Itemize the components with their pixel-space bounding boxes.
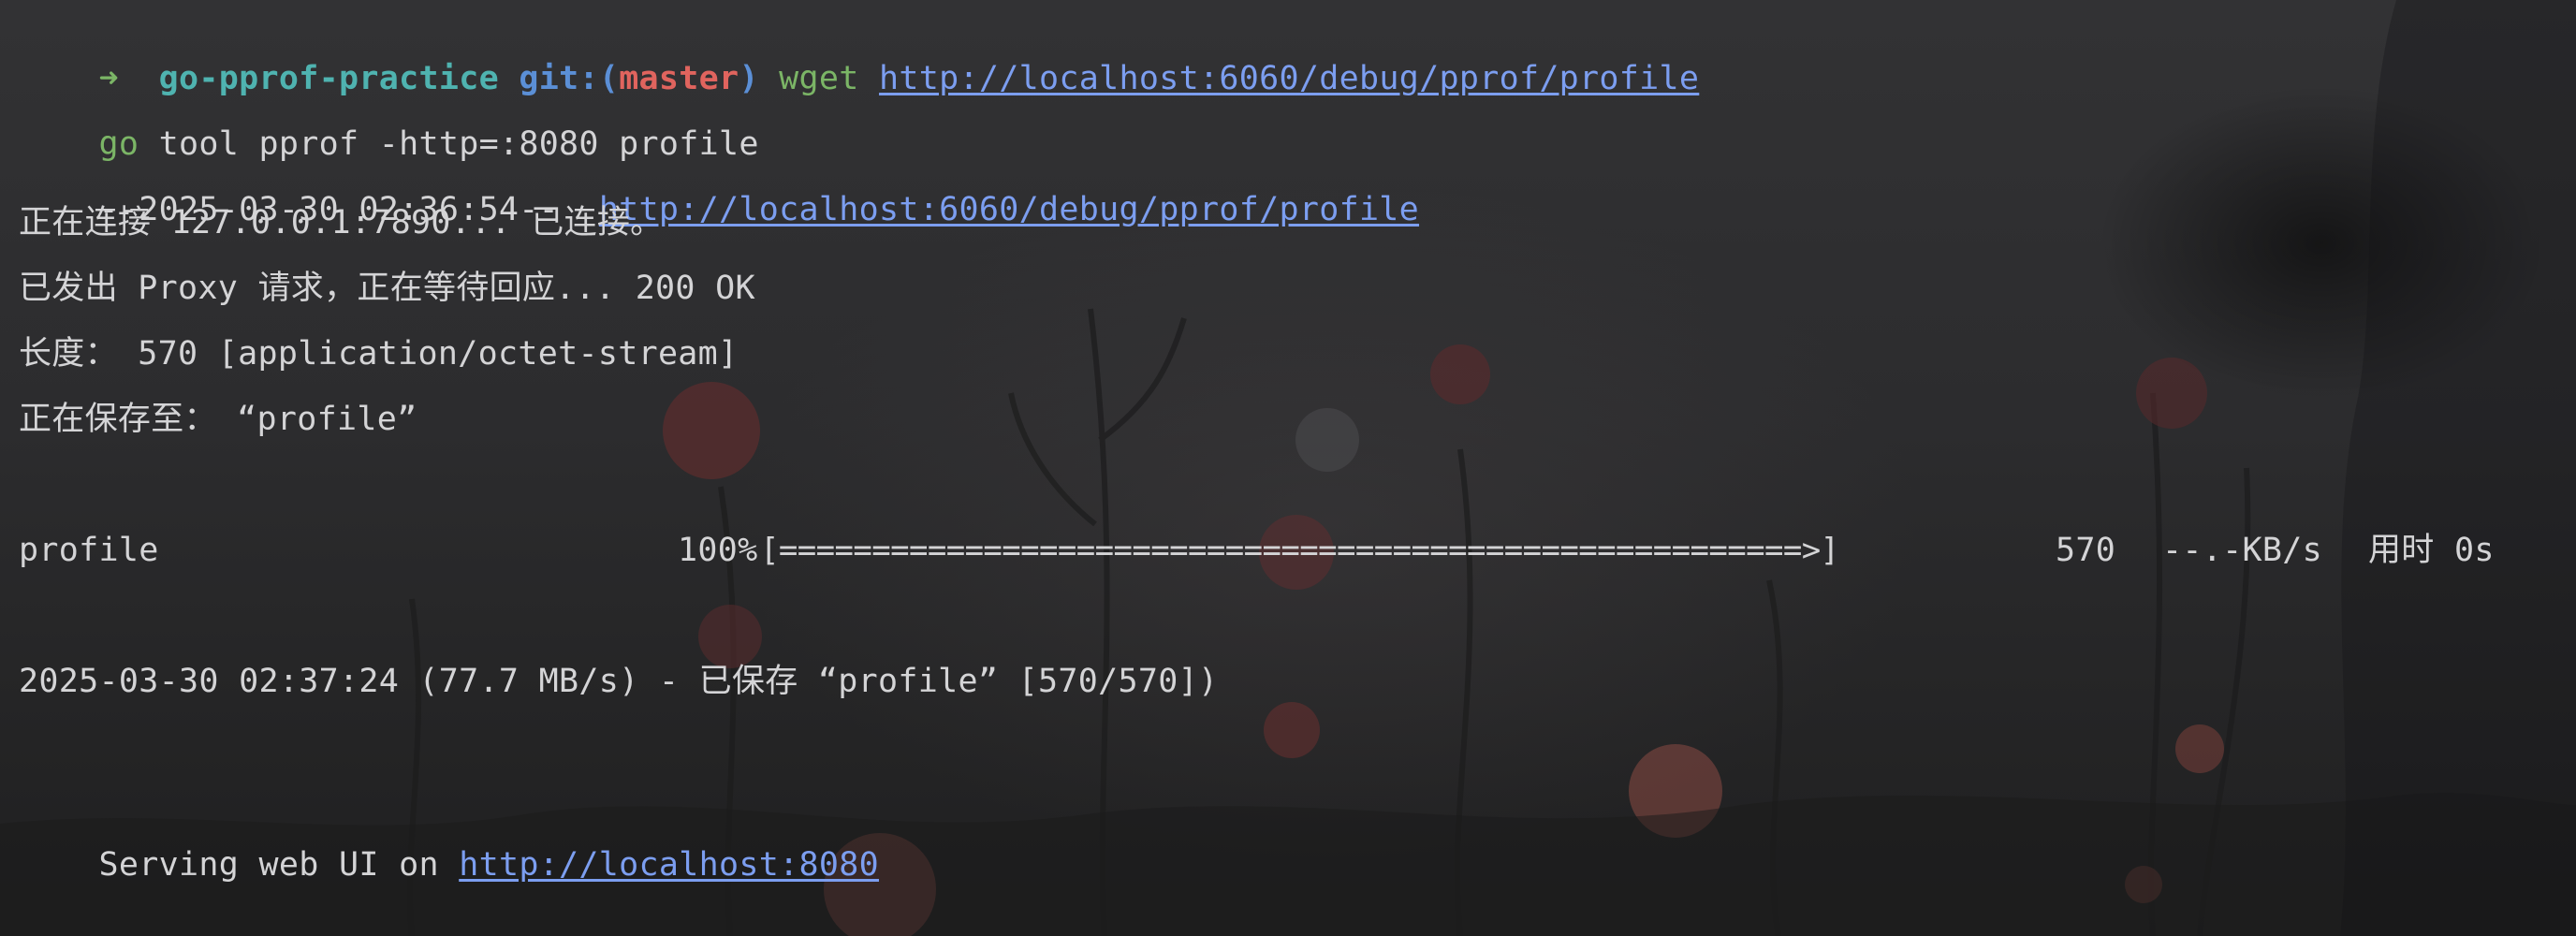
progress-speed: --.-KB/s bbox=[2162, 532, 2322, 569]
terminal-line-prompt: ➜ go-pprof-practice git:(master) wget ht… bbox=[19, 0, 1699, 97]
terminal-line-connecting: 正在连接 127.0.0.1:7890... 已连接。 bbox=[19, 204, 664, 241]
terminal-line-saved: 2025-03-30 02:37:24 (77.7 MB/s) - 已保存 “p… bbox=[19, 663, 1219, 700]
serving-text: Serving web UI on bbox=[98, 846, 439, 884]
progress-time: 用时 0s bbox=[2368, 532, 2495, 569]
command-name: wget bbox=[779, 60, 859, 97]
terminal-line-timestamp: --2025-03-30 02:36:54-- http://localhost… bbox=[19, 131, 1419, 228]
progress-filename: profile bbox=[19, 532, 159, 569]
terminal-window[interactable]: ➜ go-pprof-practice git:(master) wget ht… bbox=[0, 0, 2576, 936]
terminal-line-request: 已发出 Proxy 请求，正在等待回应... 200 OK bbox=[19, 270, 755, 307]
serving-url-link[interactable]: http://localhost:8080 bbox=[459, 846, 879, 884]
terminal-line-go-tool: go tool pprof -http=:8080 profile bbox=[19, 66, 759, 163]
progress-size: 570 bbox=[2056, 532, 2116, 569]
progress-percent: 100% bbox=[678, 532, 758, 569]
terminal-line-serving: Serving web UI on http://localhost:8080 bbox=[19, 786, 879, 884]
terminal-line-saving-to: 正在保存至： “profile” bbox=[19, 401, 417, 438]
terminal-line-length: 长度： 570 [application/octet-stream] bbox=[19, 335, 739, 373]
progress-bar: [=======================================… bbox=[760, 532, 1839, 569]
command-url-link[interactable]: http://localhost:6060/debug/pprof/profil… bbox=[879, 60, 1699, 97]
wget-url-link[interactable]: http://localhost:6060/debug/pprof/profil… bbox=[599, 191, 1419, 228]
